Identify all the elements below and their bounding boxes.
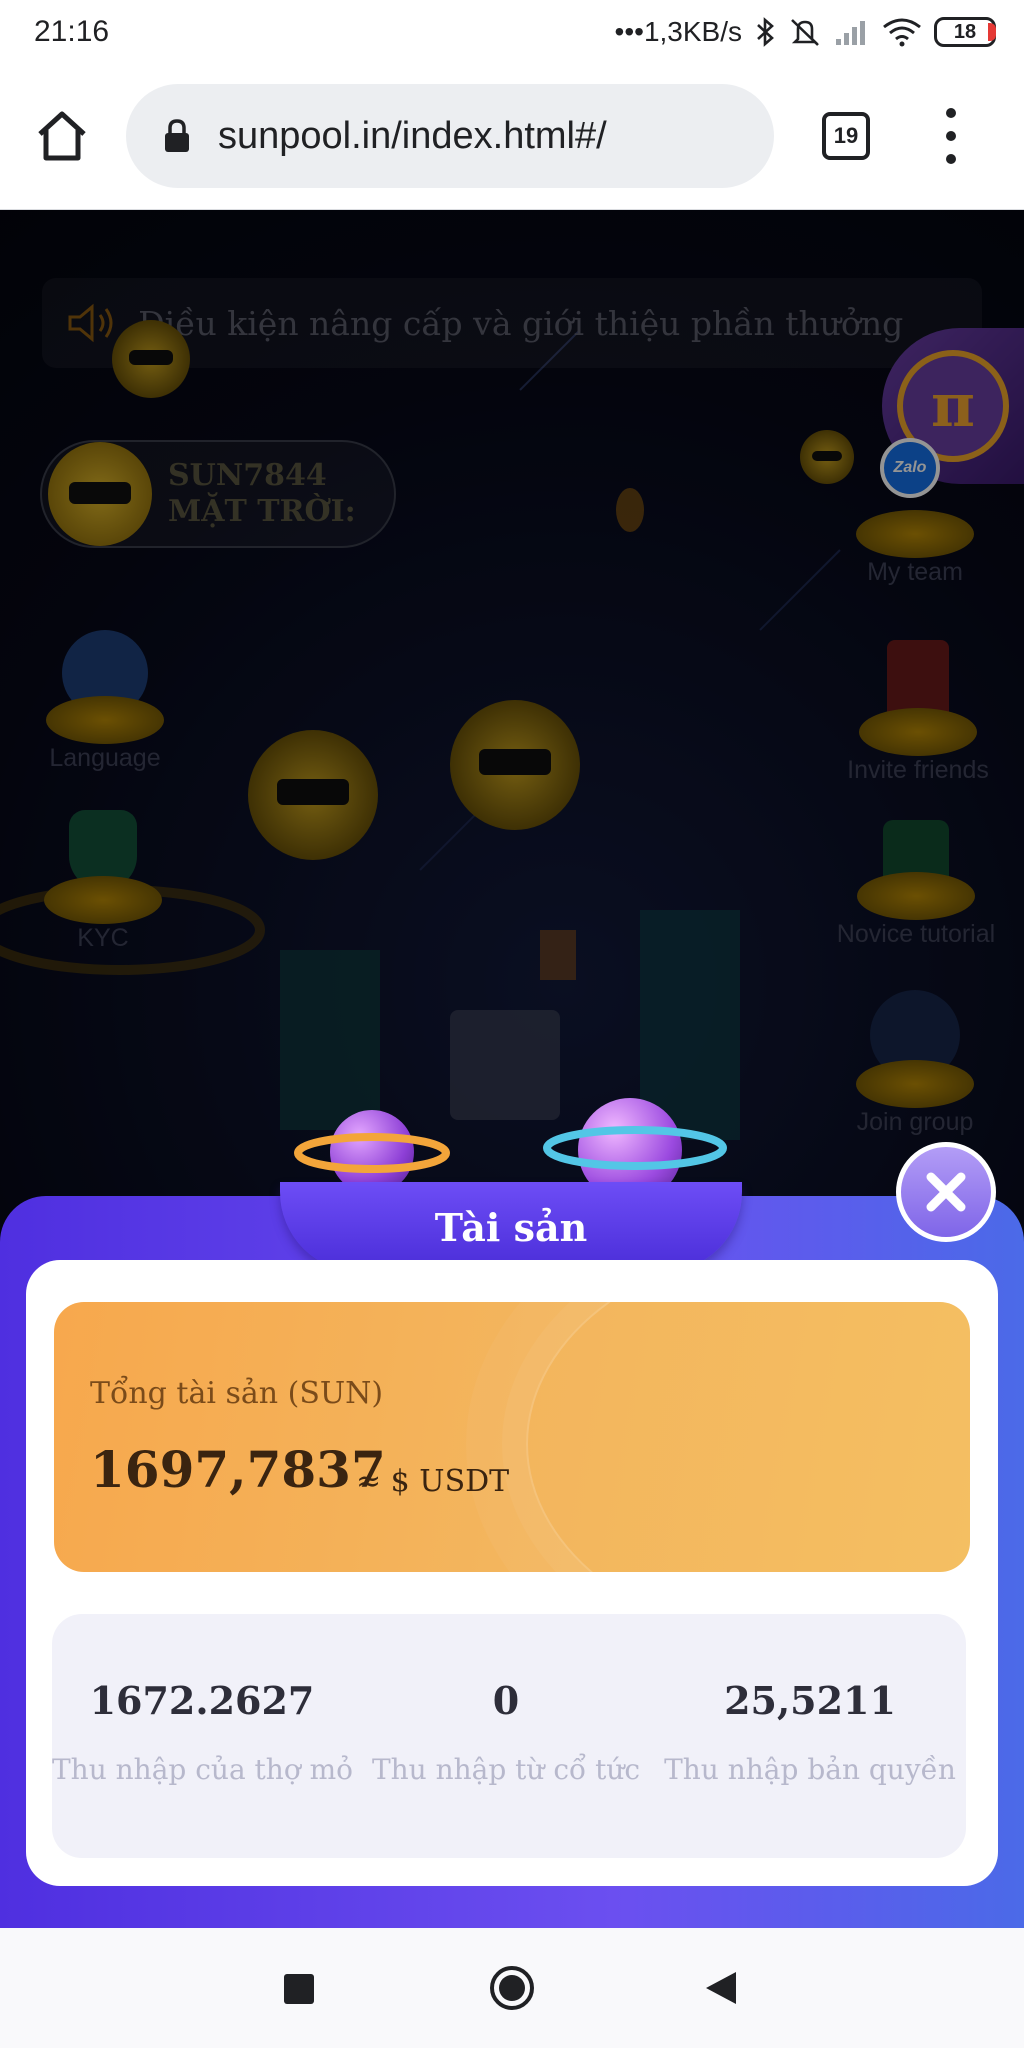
wifi-icon	[883, 18, 921, 47]
more-menu-icon[interactable]	[936, 108, 966, 164]
tab-count: 19	[833, 123, 859, 148]
menu-item-language[interactable]: Language	[30, 630, 180, 773]
total-assets-unit: ≈ $ USDT	[356, 1464, 510, 1499]
zalo-button[interactable]: Zalo	[880, 438, 940, 498]
income-dividend: 0 Thu nhập từ cổ tức	[362, 1678, 650, 1786]
income-royalty: 25,5211 Thu nhập bản quyền	[660, 1678, 960, 1786]
sun-coin-icon	[248, 730, 378, 860]
tab-switcher-button[interactable]: 19	[822, 112, 870, 160]
battery-level: 18	[953, 20, 977, 43]
menu-item-kyc[interactable]: KYC	[28, 810, 178, 953]
user-profile-pill[interactable]: SUN7844 MẶT TRỜI:	[40, 440, 396, 548]
lock-icon	[165, 119, 189, 152]
sun-coin-icon	[450, 700, 580, 830]
planet-ring-icon	[543, 1126, 727, 1170]
signal-icon	[836, 21, 865, 45]
zalo-label: Zalo	[893, 459, 927, 476]
income-miner: 1672.2627 Thu nhập của thợ mỏ	[52, 1678, 353, 1786]
user-name: SUN7844	[168, 458, 327, 493]
close-icon	[926, 1172, 966, 1212]
menu-label: My team	[867, 558, 963, 586]
menu-label: Invite friends	[847, 756, 989, 784]
home-icon[interactable]	[34, 108, 90, 164]
battery-icon: 18	[934, 17, 996, 47]
menu-item-my-team[interactable]: My team	[830, 510, 1000, 587]
browser-toolbar: sunpool.in/index.html#/ 19	[0, 64, 1024, 210]
avatar	[48, 442, 152, 546]
status-icons: •••1,3KB/s 18	[615, 16, 996, 48]
speaker-icon	[68, 303, 113, 343]
home-nav-icon[interactable]	[488, 1964, 536, 2012]
income-label: Thu nhập bản quyền	[664, 1753, 956, 1786]
status-bar: 21:16 •••1,3KB/s 18	[0, 0, 1024, 64]
close-button[interactable]	[896, 1142, 996, 1242]
address-bar[interactable]: sunpool.in/index.html#/	[126, 84, 774, 188]
menu-label: Join group	[856, 1108, 974, 1136]
modal-title-text: Tài sản	[434, 1204, 588, 1250]
income-value: 25,5211	[724, 1678, 896, 1723]
url-text: sunpool.in/index.html#/	[218, 114, 607, 157]
system-navigation-bar	[0, 1928, 1024, 2048]
menu-label: Language	[49, 744, 161, 772]
network-speed: •••1,3KB/s	[614, 16, 742, 47]
income-label: Thu nhập của thợ mỏ	[52, 1753, 353, 1786]
income-label: Thu nhập từ cổ tức	[371, 1753, 641, 1786]
total-assets-card	[54, 1302, 970, 1572]
menu-label: Novice tutorial	[836, 920, 996, 948]
modal-title: Tài sản	[280, 1182, 742, 1272]
sun-coin-icon	[800, 430, 854, 484]
total-assets-label: Tổng tài sản (SUN)	[90, 1376, 384, 1411]
announcement-text: Điều kiện nâng cấp và giới thiệu phần th…	[138, 303, 904, 343]
menu-item-invite-friends[interactable]: Invite friends	[818, 640, 1018, 785]
bluetooth-icon	[757, 17, 774, 47]
income-value: 0	[492, 1678, 520, 1723]
status-time: 21:16	[34, 15, 110, 48]
menu-item-join-group[interactable]: Join group	[830, 990, 1000, 1137]
recent-apps-icon[interactable]	[282, 1972, 316, 2006]
total-assets-value: 1697,7837	[90, 1440, 386, 1499]
menu-item-novice-tutorial[interactable]: Novice tutorial	[808, 820, 1024, 949]
user-level: MẶT TRỜI:	[168, 494, 356, 529]
sun-coin-icon	[112, 320, 190, 398]
planet-ring-icon	[294, 1133, 450, 1173]
back-icon[interactable]	[704, 1970, 738, 2006]
menu-label: KYC	[77, 924, 129, 952]
mute-icon	[791, 19, 819, 46]
income-value: 1672.2627	[89, 1678, 315, 1723]
